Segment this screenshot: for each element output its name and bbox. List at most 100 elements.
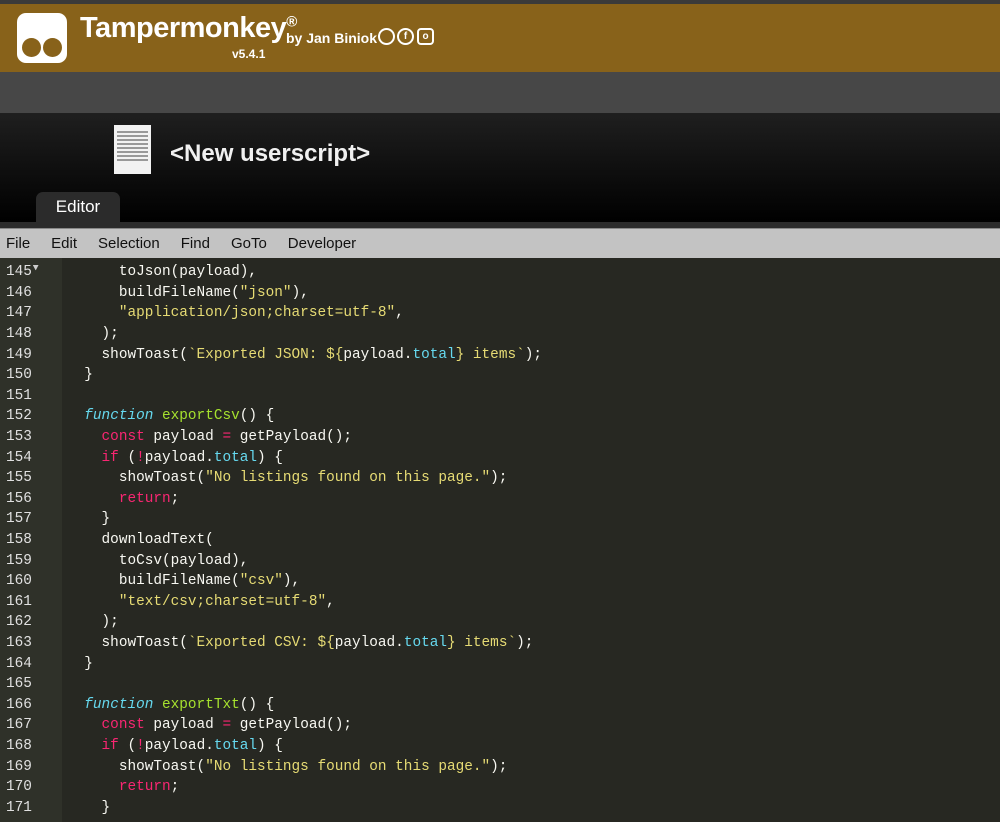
code-line[interactable]: 160 buildFileName("csv"), — [0, 571, 1000, 592]
code-line[interactable]: 151 — [0, 386, 1000, 407]
code-token: showToast( — [118, 470, 206, 487]
app-header: Tampermonkey® by Jan Biniok v5.4.1 f o — [0, 4, 1000, 72]
code-text: ); — [0, 326, 119, 342]
code-token: ; — [170, 779, 180, 796]
code-token: function — [84, 408, 154, 425]
tab-editor[interactable]: Editor — [36, 192, 120, 222]
code-line[interactable]: 145 toJson(payload), — [0, 262, 1000, 283]
code-token: ( — [118, 449, 137, 466]
code-line[interactable]: 161 "text/csv;charset=utf-8", — [0, 592, 1000, 613]
code-text: return; — [0, 779, 179, 795]
code-token: payload. — [144, 737, 214, 754]
menu-edit[interactable]: Edit — [51, 235, 77, 252]
code-token: = — [222, 429, 232, 446]
version-label: v5.4.1 — [232, 47, 266, 61]
code-token: payload. — [144, 449, 214, 466]
code-line[interactable]: 170 return; — [0, 777, 1000, 798]
code-token: } — [84, 367, 93, 384]
code-token: ( — [118, 737, 137, 754]
code-token: ! — [136, 737, 145, 754]
code-token: , — [395, 305, 404, 322]
code-token: toCsv(payload), — [118, 552, 249, 569]
code-token: ); — [101, 614, 119, 631]
code-editor[interactable]: 145 toJson(payload), 146 buildFileName("j… — [0, 262, 1000, 818]
code-line[interactable]: 168 ▼ if (!payload.total) { — [0, 263, 1000, 757]
code-line[interactable]: 148 ); — [0, 324, 1000, 345]
code-line[interactable]: 153 const payload = getPayload(); — [0, 427, 1000, 448]
code-token: ), — [282, 573, 301, 590]
code-line[interactable]: 162 ); — [0, 612, 1000, 633]
menu-selection[interactable]: Selection — [98, 235, 160, 252]
code-line[interactable]: 155 showToast("No listings found on this… — [0, 468, 1000, 489]
code-token: `Exported CSV: ${ — [187, 634, 335, 651]
code-line[interactable]: 147 "application/json;charset=utf-8", — [0, 303, 1000, 324]
code-text: showToast(`Exported JSON: ${payload.tota… — [0, 347, 542, 363]
code-text: buildFileName("json"), — [0, 285, 309, 301]
code-line[interactable]: 152 ▼ function exportCsv() { — [0, 263, 1000, 427]
script-file-icon — [114, 125, 151, 174]
code-token: payload. — [334, 634, 404, 651]
code-token: payload. — [343, 346, 413, 363]
menu-file[interactable]: File — [6, 235, 30, 252]
tampermonkey-logo-icon[interactable] — [17, 13, 67, 63]
app-title: Tampermonkey® — [80, 12, 297, 45]
code-token: showToast( — [101, 346, 188, 363]
code-token: total — [213, 449, 258, 466]
code-token: ! — [136, 449, 145, 466]
code-line[interactable]: 166 ▼ function exportTxt() { — [0, 263, 1000, 715]
code-line[interactable]: 171 } — [0, 797, 1000, 818]
code-line[interactable]: 169 showToast("No listings found on this… — [0, 756, 1000, 777]
code-line[interactable]: 159 toCsv(payload), — [0, 550, 1000, 571]
code-line[interactable]: 167 const payload = getPayload(); — [0, 715, 1000, 736]
script-name: <New userscript> — [170, 140, 371, 167]
instagram-icon[interactable]: o — [417, 28, 434, 45]
code-token: total — [403, 634, 447, 651]
code-line[interactable]: 150 } — [0, 365, 1000, 386]
code-text: toCsv(payload), — [0, 552, 249, 569]
code-line[interactable]: 158 downloadText( — [0, 530, 1000, 551]
code-token: "No listings found on this page." — [205, 470, 491, 487]
code-token: `Exported JSON: ${ — [187, 346, 344, 363]
code-token: payload — [144, 429, 223, 446]
facebook-icon[interactable]: f — [397, 28, 414, 45]
code-text: const payload = getPayload(); — [0, 717, 352, 733]
code-token: } — [101, 511, 111, 528]
code-token: = — [222, 717, 232, 734]
code-token: payload — [144, 717, 223, 734]
line-number: 165 — [6, 676, 32, 693]
fold-arrow-icon[interactable]: ▼ — [33, 263, 38, 273]
code-token: "No listings found on this page." — [205, 758, 491, 775]
code-token: () { — [239, 408, 275, 425]
code-text: downloadText( — [0, 532, 214, 548]
code-token: ) { — [257, 737, 283, 754]
code-token: "text/csv;charset=utf-8" — [118, 593, 327, 610]
code-token: "json" — [239, 284, 292, 301]
code-token: ); — [490, 470, 508, 487]
code-token: function — [84, 696, 154, 713]
code-line[interactable]: 149 showToast(`Exported JSON: ${payload.… — [0, 344, 1000, 365]
code-token: } — [101, 799, 111, 816]
code-token: showToast( — [118, 758, 206, 775]
code-text: } — [0, 367, 93, 383]
code-line[interactable]: 156 return; — [0, 489, 1000, 510]
code-token: getPayload(); — [231, 717, 353, 734]
code-text: } — [0, 656, 93, 672]
menu-developer[interactable]: Developer — [288, 235, 356, 252]
code-token: exportTxt — [162, 696, 240, 713]
code-line[interactable]: 163 showToast(`Exported CSV: ${payload.t… — [0, 633, 1000, 654]
code-token: return — [118, 779, 171, 796]
code-line[interactable]: 146 buildFileName("json"), — [0, 283, 1000, 304]
code-token: ; — [170, 490, 180, 507]
menu-find[interactable]: Find — [181, 235, 210, 252]
code-line[interactable]: 164 } — [0, 653, 1000, 674]
code-line[interactable]: 157 } — [0, 509, 1000, 530]
github-icon[interactable] — [378, 28, 395, 45]
code-token: ); — [516, 634, 534, 651]
author-byline: by Jan Biniok — [286, 30, 378, 46]
code-token: getPayload(); — [231, 429, 353, 446]
code-line[interactable]: 154 ▼ if (!payload.total) { — [0, 263, 1000, 468]
menu-goto[interactable]: GoTo — [231, 235, 267, 252]
code-token: } items` — [447, 634, 517, 651]
code-line[interactable]: 165 — [0, 674, 1000, 695]
